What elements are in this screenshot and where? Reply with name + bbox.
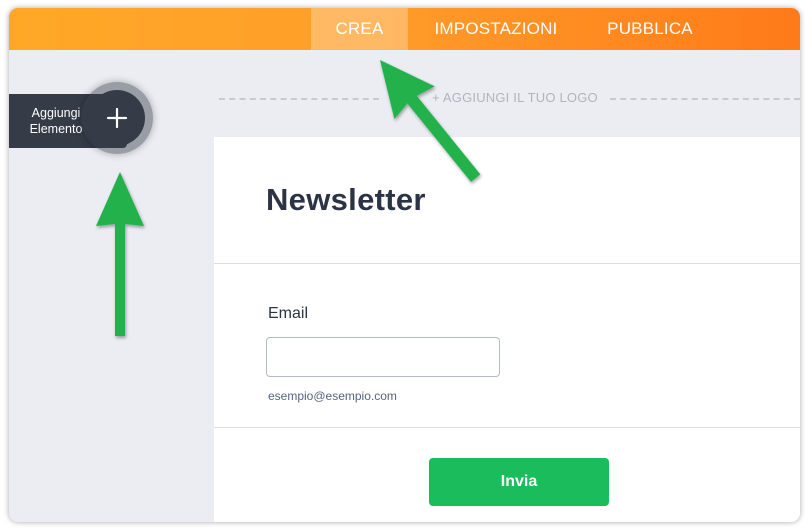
tab-impostazioni[interactable]: IMPOSTAZIONI <box>421 8 571 50</box>
add-logo-link[interactable]: + AGGIUNGI IL TUO LOGO <box>432 90 598 105</box>
plus-icon <box>106 107 128 129</box>
email-sublabel: esempio@esempio.com <box>268 389 397 403</box>
form-builder-window: CREA IMPOSTAZIONI PUBBLICA + AGGIUNGI IL… <box>9 8 800 522</box>
tab-crea[interactable]: CREA <box>311 8 408 50</box>
logo-dashed-line-right <box>610 98 800 100</box>
form-title[interactable]: Newsletter <box>266 182 426 218</box>
email-field[interactable] <box>266 337 500 377</box>
logo-dashed-line-left <box>219 98 379 100</box>
submit-button[interactable]: Invia <box>429 458 609 506</box>
email-label: Email <box>268 305 309 322</box>
add-element-button[interactable] <box>89 90 145 146</box>
header-divider <box>214 263 800 264</box>
submit-divider <box>214 427 800 428</box>
tab-pubblica[interactable]: PUBBLICA <box>594 8 706 50</box>
form-card: Newsletter Email esempio@esempio.com Inv… <box>214 137 800 522</box>
top-navigation-bar: CREA IMPOSTAZIONI PUBBLICA <box>9 8 800 50</box>
